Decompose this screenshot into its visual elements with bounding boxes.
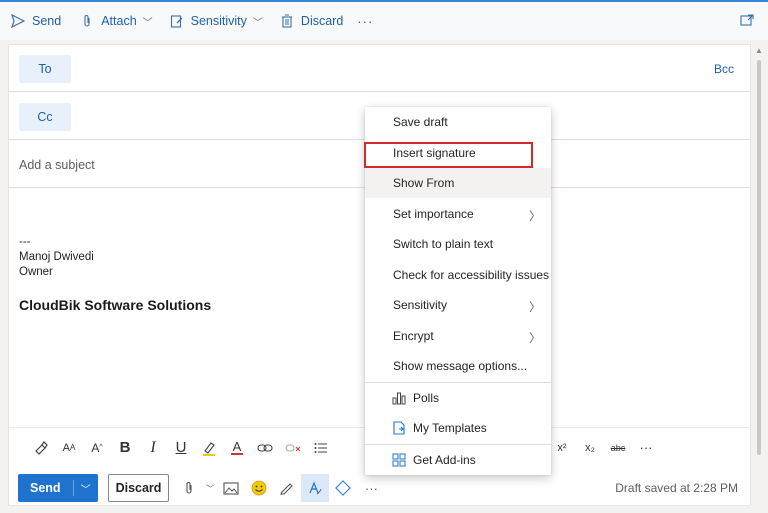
menu-item-label: Show From [393,176,455,190]
bcc-link[interactable]: Bcc [714,62,734,76]
chevron-down-icon[interactable]: ﹀ [143,14,153,29]
paperclip-icon[interactable] [175,474,203,502]
chevron-down-icon[interactable]: ﹀ [253,14,263,29]
add-ins-icon [391,452,407,468]
signature-company: CloudBik Software Solutions [19,297,212,313]
underline-button[interactable]: U [167,436,195,460]
menu-item-encrypt[interactable]: Encrypt 〉 [365,321,551,351]
chevron-right-icon: 〉 [528,209,541,223]
menu-item-plain-text[interactable]: Switch to plain text [365,229,551,259]
menu-item-get-add-ins[interactable]: Get Add-ins [365,445,551,475]
scrollbar[interactable]: ▲ [752,44,766,506]
toolbar-sensitivity-button[interactable]: Sensitivity ﹀ [163,7,269,35]
font-color-letter: A [232,438,242,454]
paperclip-icon [79,13,95,29]
cc-button[interactable]: Cc [19,103,71,131]
font-size-icon[interactable]: AA [55,436,83,460]
menu-item-label: Sensitivity [393,298,448,312]
subscript-button[interactable]: x₂ [576,436,604,460]
signature-title: Owner [19,266,53,278]
trash-icon [279,13,295,29]
menu-item-label: Polls [413,391,440,405]
bullets-icon[interactable] [307,436,335,460]
strikethrough-button[interactable]: abc [604,436,632,460]
menu-item-show-from[interactable]: Show From [365,168,551,198]
draft-status: Draft saved at 2:28 PM [615,481,738,495]
to-button[interactable]: To [19,55,71,83]
chevron-right-icon: 〉 [528,300,541,314]
toolbar-more-button[interactable]: ··· [349,14,381,29]
chevron-down-icon[interactable]: ﹀ [203,474,217,502]
editor-icon[interactable] [301,474,330,502]
superscript-button[interactable]: x² [548,436,576,460]
toolbar-discard-label: Discard [300,14,344,28]
menu-item-label: Save draft [393,115,448,129]
chevron-down-icon[interactable]: ﹀ [74,481,98,496]
templates-icon [391,420,407,436]
signature-dashes: --- [19,236,31,248]
toolbar-attach-button[interactable]: Attach ﹀ [73,7,158,35]
highlight-icon[interactable] [195,436,223,460]
emoji-icon[interactable] [245,474,273,502]
format-painter-icon[interactable] [27,436,55,460]
image-icon[interactable] [217,474,245,502]
toolbar-send-button[interactable]: Send [4,7,67,35]
to-row[interactable]: To Bcc [9,45,750,92]
send-icon [10,13,26,29]
menu-item-save-draft[interactable]: Save draft [365,107,551,137]
bold-button[interactable]: B [111,436,139,460]
menu-item-label: Switch to plain text [393,237,494,251]
popout-icon[interactable] [740,14,754,26]
toolbar-sensitivity-label: Sensitivity [190,14,247,28]
annotation-highlight-box [364,142,533,168]
scroll-up-icon[interactable]: ▲ [755,46,763,55]
send-button[interactable]: Send ﹀ [18,474,98,502]
menu-item-label: My Templates [413,421,487,435]
menu-item-label: Set importance [393,207,474,221]
format-more-button[interactable]: ··· [632,436,660,460]
menu-item-accessibility[interactable]: Check for accessibility issues [365,260,551,290]
signature-pen-icon[interactable] [273,474,301,502]
menu-item-label: Check for accessibility issues [393,268,550,282]
signature-name: Manoj Dwivedi [19,251,94,263]
scrollbar-thumb[interactable] [757,60,761,455]
sensitivity-icon [169,13,185,29]
toolbar-send-label: Send [32,14,62,28]
bottom-more-button[interactable]: ··· [357,474,385,502]
menu-item-polls[interactable]: Polls [365,383,551,413]
menu-item-label: Show message options... [393,359,528,373]
send-button-label: Send [18,480,74,496]
menu-item-message-options[interactable]: Show message options... [365,351,551,381]
remove-link-icon[interactable] [279,436,307,460]
menu-item-label: Get Add-ins [413,453,476,467]
toolbar-discard-button[interactable]: Discard [273,7,349,35]
toolbar-attach-label: Attach [101,14,137,28]
polls-icon [391,390,407,406]
loop-icon[interactable] [329,474,357,502]
link-icon[interactable] [251,436,279,460]
chevron-right-icon: 〉 [528,331,541,345]
subject-input[interactable]: Add a subject [19,158,95,172]
font-color-icon[interactable]: A [223,436,251,460]
grow-font-icon[interactable]: A ^ [83,436,111,460]
menu-item-my-templates[interactable]: My Templates [365,413,551,443]
menu-item-label: Encrypt [393,329,434,343]
italic-button[interactable]: I [139,436,167,460]
top-toolbar: Send Attach ﹀ Sensitivity ﹀ Discard ··· [0,0,768,40]
menu-item-set-importance[interactable]: Set importance 〉 [365,199,551,229]
menu-item-sensitivity[interactable]: Sensitivity 〉 [365,290,551,320]
discard-button[interactable]: Discard [107,474,170,502]
